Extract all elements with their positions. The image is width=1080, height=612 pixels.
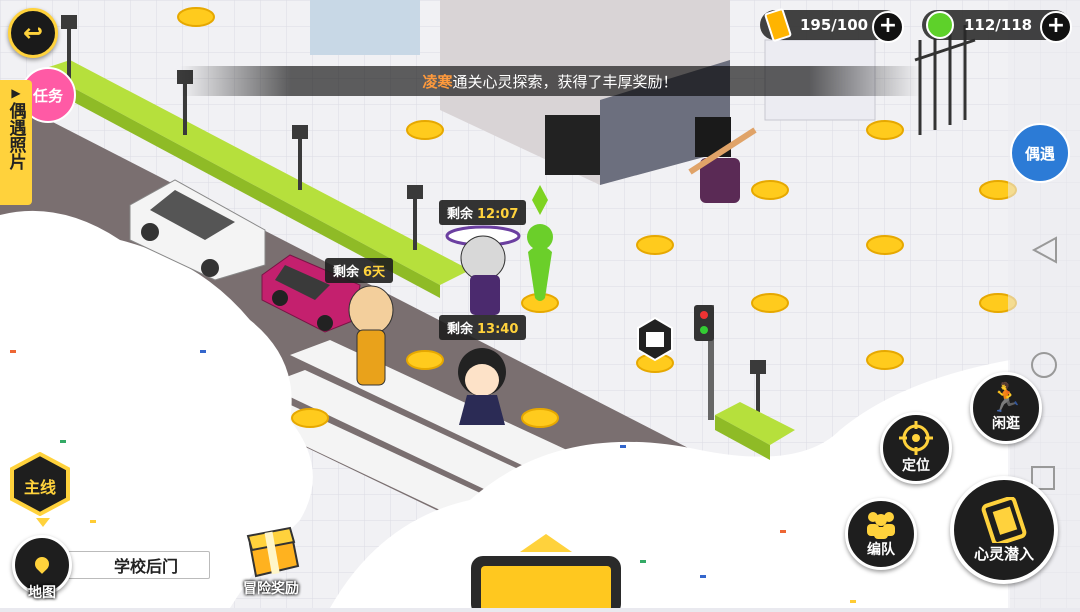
add-energy-button[interactable]: + <box>872 11 904 43</box>
nav-home-icon[interactable] <box>1031 352 1057 378</box>
phone-icon <box>471 534 621 612</box>
add-gem-button[interactable]: + <box>1040 11 1072 43</box>
energy-value: 195/100 <box>800 16 869 34</box>
team-people-icon <box>867 512 895 539</box>
timer-value: 6天 <box>363 265 386 280</box>
task-label: 任务 <box>32 86 63 105</box>
running-man-icon: 🏃 <box>988 381 1024 414</box>
timer-tag: 剩余 6天 <box>325 258 394 283</box>
encounter-button[interactable]: 偶遇 <box>1010 123 1070 183</box>
green-gem-icon <box>926 11 954 39</box>
idle-label: 闲逛 <box>992 416 1020 432</box>
location-label-box: 学校后门 <box>62 551 210 579</box>
mind-dive-phone-icon <box>981 496 1027 543</box>
map-label: 地图 <box>28 585 56 601</box>
timer-prefix: 剩余 <box>447 207 474 222</box>
reward-label: 冒险奖励 <box>243 581 299 597</box>
notice-banner: 凌寒 通关心灵探索，获得了丰厚奖励！ <box>180 66 920 96</box>
location-name: 学校后门 <box>113 557 178 576</box>
mainline-button[interactable]: 主线 <box>8 451 72 517</box>
team-button[interactable]: 编队 <box>845 498 917 570</box>
photo-tab[interactable]: ▶ 偶遇照片 <box>0 80 32 205</box>
shop-window <box>310 0 420 55</box>
energy-counter: 195/100 + <box>760 7 904 43</box>
back-arrow-icon: ↩ <box>22 19 44 47</box>
expand-arrow-icon: ▶ <box>11 86 21 100</box>
locate-button[interactable]: 定位 <box>880 412 952 484</box>
mainline-pointer-icon <box>36 518 50 527</box>
gem-counter: 112/118 + <box>922 10 1072 43</box>
notice-text: 通关心灵探索，获得了丰厚奖励！ <box>452 72 678 91</box>
character-girl <box>458 348 506 425</box>
timer-tag: 剩余 13:40 <box>439 315 527 340</box>
gift-marker <box>637 316 673 362</box>
map-pin-icon <box>32 554 52 574</box>
back-button[interactable]: ↩ <box>8 8 58 58</box>
gem-value: 112/118 <box>964 16 1033 34</box>
locate-label: 定位 <box>902 458 930 474</box>
notice-player-name: 凌寒 <box>422 72 453 91</box>
crosshair-icon <box>899 421 933 455</box>
timer-value: 12:07 <box>477 207 519 222</box>
mainline-label: 主线 <box>23 478 56 497</box>
timer-tag: 剩余 12:07 <box>439 200 527 225</box>
timer-prefix: 剩余 <box>447 322 474 337</box>
timer-prefix: 剩余 <box>333 265 360 280</box>
team-label: 编队 <box>867 542 895 558</box>
reward-box-icon <box>246 526 300 578</box>
timer-value: 13:40 <box>477 322 519 337</box>
mind-dive-button[interactable]: 心灵潜入 <box>950 476 1058 584</box>
battery-icon <box>763 7 793 43</box>
encounter-label: 偶遇 <box>1024 144 1055 163</box>
nav-back-icon[interactable] <box>1031 236 1057 264</box>
photo-tab-label: 偶遇照片 <box>5 102 26 170</box>
mind-dive-label: 心灵潜入 <box>973 544 1034 563</box>
adventure-reward-button[interactable]: 冒险奖励 <box>236 522 306 606</box>
idle-button[interactable]: 🏃 闲逛 <box>970 372 1042 444</box>
phone-drawer-handle[interactable] <box>465 522 627 612</box>
